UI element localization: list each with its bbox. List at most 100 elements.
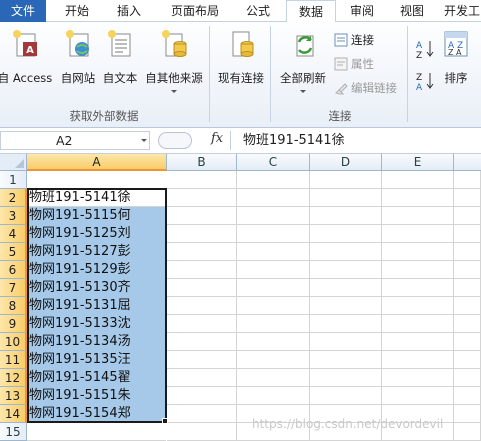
column-header-C[interactable]: C	[237, 154, 310, 171]
cell-F7[interactable]	[454, 279, 481, 297]
cell-D11[interactable]	[310, 351, 382, 369]
edit-links-button[interactable]: 编辑链接	[334, 78, 397, 98]
cell-F14[interactable]	[454, 405, 481, 423]
from-access-button[interactable]: A 自 Access	[0, 26, 54, 106]
row-header[interactable]: 4	[0, 225, 27, 243]
cell-B10[interactable]	[167, 333, 237, 351]
cell-D3[interactable]	[310, 207, 382, 225]
row-header[interactable]: 10	[0, 333, 27, 351]
refresh-all-button[interactable]: 全部刷新	[274, 26, 332, 106]
cell-A12[interactable]: 物网191-5145翟	[27, 369, 166, 387]
row-header[interactable]: 1	[0, 171, 27, 189]
cell-F12[interactable]	[454, 369, 481, 387]
cell-E1[interactable]	[382, 171, 454, 189]
existing-connections-button[interactable]: 现有连接	[213, 26, 269, 106]
row-header[interactable]: 3	[0, 207, 27, 225]
cell-A13[interactable]: 物网191-5151朱	[27, 387, 166, 405]
cell-C5[interactable]	[237, 243, 310, 261]
sort-descending-button[interactable]: Z A	[414, 70, 436, 93]
cell-F8[interactable]	[454, 297, 481, 315]
cell-F5[interactable]	[454, 243, 481, 261]
cell-C12[interactable]	[237, 369, 310, 387]
row-header[interactable]: 7	[0, 279, 27, 297]
cell-E3[interactable]	[382, 207, 454, 225]
row-header[interactable]: 12	[0, 369, 27, 387]
formula-input[interactable]: 物班191-5141徐	[230, 131, 481, 150]
cell-E7[interactable]	[382, 279, 454, 297]
cell-D10[interactable]	[310, 333, 382, 351]
formula-bar-expand-handle[interactable]	[158, 132, 192, 149]
cell-F2[interactable]	[454, 189, 481, 207]
column-header-E[interactable]: E	[382, 154, 454, 171]
row-header[interactable]: 5	[0, 243, 27, 261]
cell-B4[interactable]	[167, 225, 237, 243]
worksheet-grid[interactable]: A B C D E 1 2 物班191-5141徐 3 物网191-5115何 4 物网19…	[0, 154, 481, 441]
cell-B15[interactable]	[167, 423, 237, 441]
sort-button[interactable]: A Z Z A 排序	[438, 26, 474, 106]
cell-F9[interactable]	[454, 315, 481, 333]
column-header-A[interactable]: A	[27, 154, 167, 171]
row-header[interactable]: 14	[0, 405, 27, 423]
cell-A14[interactable]: 物网191-5154郑	[27, 405, 166, 423]
cell-D12[interactable]	[310, 369, 382, 387]
cell-E4[interactable]	[382, 225, 454, 243]
cell-F4[interactable]	[454, 225, 481, 243]
cell-A9[interactable]: 物网191-5133沈	[27, 315, 166, 333]
cell-A4[interactable]: 物网191-5125刘	[27, 225, 166, 243]
cell-A1[interactable]	[27, 171, 166, 189]
name-box[interactable]: A2	[0, 131, 150, 150]
cell-B13[interactable]	[167, 387, 237, 405]
cell-E10[interactable]	[382, 333, 454, 351]
tab-review[interactable]: 审阅	[340, 0, 384, 22]
cell-A5[interactable]: 物网191-5127彭	[27, 243, 166, 261]
column-header-B[interactable]: B	[167, 154, 237, 171]
cell-C4[interactable]	[237, 225, 310, 243]
row-header[interactable]: 9	[0, 315, 27, 333]
tab-developer[interactable]: 开发工	[444, 0, 481, 22]
cell-E6[interactable]	[382, 261, 454, 279]
cell-C1[interactable]	[237, 171, 310, 189]
cell-D7[interactable]	[310, 279, 382, 297]
cell-E9[interactable]	[382, 315, 454, 333]
tab-file[interactable]: 文件	[0, 0, 46, 22]
select-all-corner[interactable]	[0, 154, 27, 171]
cell-A3[interactable]: 物网191-5115何	[27, 207, 166, 225]
cell-A11[interactable]: 物网191-5135汪	[27, 351, 166, 369]
cell-F1[interactable]	[454, 171, 481, 189]
cell-B12[interactable]	[167, 369, 237, 387]
cell-E12[interactable]	[382, 369, 454, 387]
cell-B2[interactable]	[167, 189, 237, 207]
cell-B6[interactable]	[167, 261, 237, 279]
connections-button[interactable]: 连接	[334, 30, 374, 50]
cell-F3[interactable]	[454, 207, 481, 225]
row-header[interactable]: 2	[0, 189, 27, 207]
cell-E13[interactable]	[382, 387, 454, 405]
from-text-button[interactable]: 自文本	[99, 26, 141, 106]
cell-E5[interactable]	[382, 243, 454, 261]
cell-F10[interactable]	[454, 333, 481, 351]
cell-B1[interactable]	[167, 171, 237, 189]
cell-D1[interactable]	[310, 171, 382, 189]
cell-A10[interactable]: 物网191-5134汤	[27, 333, 166, 351]
cell-B7[interactable]	[167, 279, 237, 297]
tab-insert[interactable]: 插入	[106, 0, 152, 22]
tab-data[interactable]: 数据	[286, 0, 336, 23]
cell-B9[interactable]	[167, 315, 237, 333]
cell-B5[interactable]	[167, 243, 237, 261]
cell-F13[interactable]	[454, 387, 481, 405]
row-header[interactable]: 15	[0, 423, 27, 441]
cell-E11[interactable]	[382, 351, 454, 369]
cell-D4[interactable]	[310, 225, 382, 243]
column-header-F[interactable]	[454, 154, 481, 171]
cell-C6[interactable]	[237, 261, 310, 279]
tab-home[interactable]: 开始	[54, 0, 100, 22]
from-other-sources-button[interactable]: 自其他来源	[142, 26, 206, 106]
row-header[interactable]: 8	[0, 297, 27, 315]
column-header-D[interactable]: D	[310, 154, 382, 171]
cell-E2[interactable]	[382, 189, 454, 207]
cell-D2[interactable]	[310, 189, 382, 207]
cell-D5[interactable]	[310, 243, 382, 261]
cell-C8[interactable]	[237, 297, 310, 315]
cell-D9[interactable]	[310, 315, 382, 333]
row-header[interactable]: 11	[0, 351, 27, 369]
